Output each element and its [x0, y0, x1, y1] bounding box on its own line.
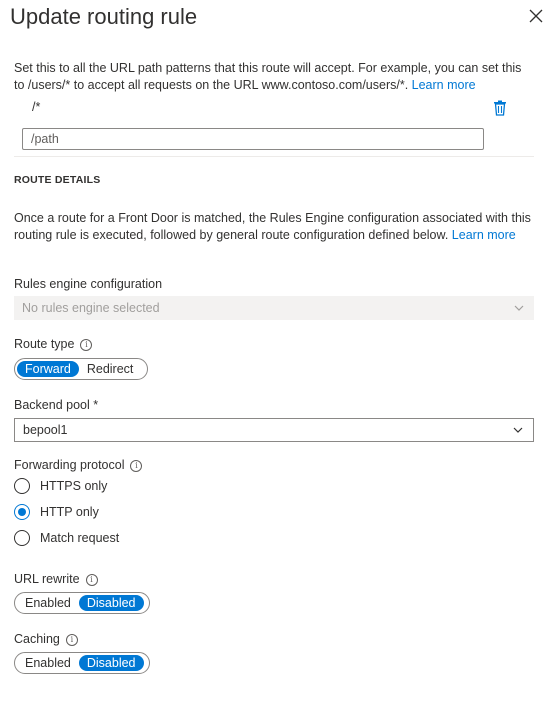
- backend-pool-value: bepool1: [23, 423, 68, 437]
- pattern-value: /*: [32, 100, 41, 114]
- route-type-label: Route type i: [14, 337, 93, 351]
- route-details-description: Once a route for a Front Door is matched…: [14, 210, 534, 244]
- forwarding-protocol-label-text: Forwarding protocol: [14, 458, 125, 472]
- caching-enabled[interactable]: Enabled: [17, 655, 79, 671]
- url-rewrite-toggle[interactable]: Enabled Disabled: [14, 592, 150, 614]
- backend-pool-label: Backend pool *: [14, 398, 99, 412]
- chevron-down-icon: [514, 305, 524, 311]
- route-details-learn-more-link[interactable]: Learn more: [452, 228, 516, 242]
- info-icon[interactable]: i: [65, 634, 78, 646]
- path-pattern-input[interactable]: [22, 128, 484, 150]
- caching-label: Caching i: [14, 632, 78, 646]
- radio-https-only[interactable]: HTTPS only: [14, 478, 107, 494]
- radio-circle[interactable]: [14, 530, 30, 546]
- route-type-toggle[interactable]: Forward Redirect: [14, 358, 148, 380]
- radio-circle[interactable]: [14, 478, 30, 494]
- patterns-learn-more-link[interactable]: Learn more: [412, 78, 476, 92]
- rules-engine-label: Rules engine configuration: [14, 277, 163, 291]
- route-details-heading: ROUTE DETAILS: [14, 174, 101, 186]
- close-icon[interactable]: [528, 8, 544, 24]
- radio-circle-selected[interactable]: [14, 504, 30, 520]
- radio-label: HTTPS only: [40, 479, 108, 493]
- radio-http-only[interactable]: HTTP only: [14, 504, 99, 520]
- url-rewrite-enabled[interactable]: Enabled: [17, 595, 79, 611]
- url-rewrite-label: URL rewrite i: [14, 572, 98, 586]
- info-icon[interactable]: i: [80, 339, 93, 351]
- panel-title: Update routing rule: [10, 4, 198, 29]
- patterns-description: Set this to all the URL path patterns th…: [14, 60, 534, 94]
- radio-label: HTTP only: [40, 505, 99, 519]
- info-icon[interactable]: i: [130, 460, 143, 472]
- route-type-forward[interactable]: Forward: [17, 361, 79, 377]
- info-icon[interactable]: i: [85, 574, 98, 586]
- backend-pool-dropdown[interactable]: bepool1: [14, 418, 534, 442]
- radio-match-request[interactable]: Match request: [14, 530, 119, 546]
- route-type-label-text: Route type: [14, 337, 75, 351]
- caching-toggle[interactable]: Enabled Disabled: [14, 652, 150, 674]
- rules-engine-value: No rules engine selected: [22, 301, 160, 315]
- forwarding-protocol-label: Forwarding protocol i: [14, 458, 143, 472]
- chevron-down-icon: [513, 427, 523, 433]
- url-rewrite-disabled[interactable]: Disabled: [78, 595, 144, 611]
- caching-label-text: Caching: [14, 632, 60, 646]
- url-rewrite-label-text: URL rewrite: [14, 572, 80, 586]
- caching-disabled[interactable]: Disabled: [78, 655, 144, 671]
- route-type-redirect[interactable]: Redirect: [79, 361, 142, 377]
- rules-engine-dropdown: No rules engine selected: [14, 296, 534, 320]
- trash-icon[interactable]: [493, 100, 507, 116]
- radio-label: Match request: [40, 531, 120, 545]
